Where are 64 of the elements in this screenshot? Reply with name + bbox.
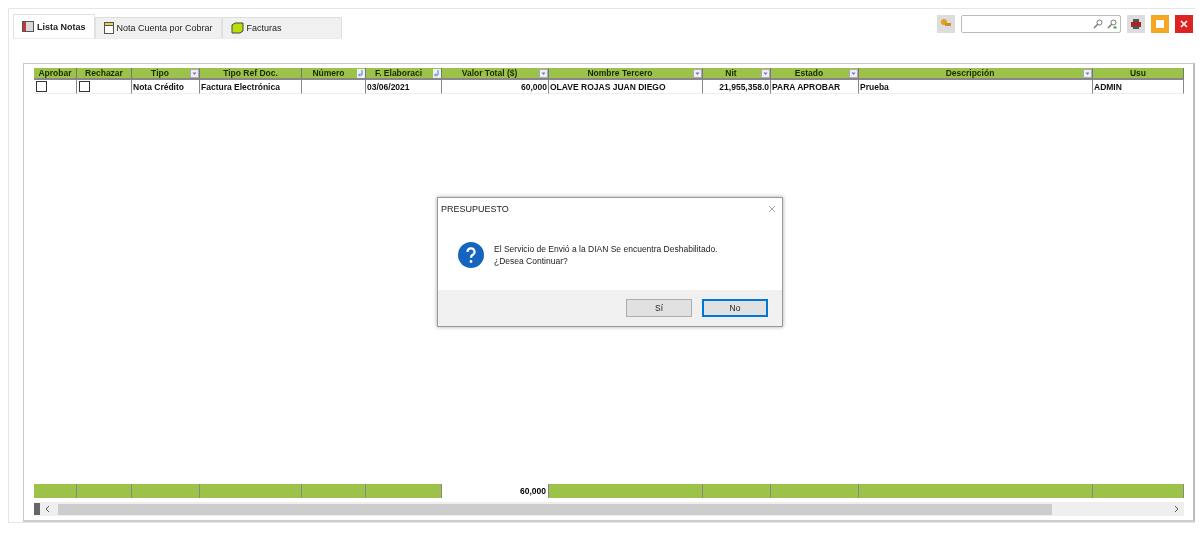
column-header[interactable]: Estado xyxy=(771,68,859,80)
tab-label: Facturas xyxy=(246,23,282,33)
scroll-right-icon[interactable] xyxy=(1172,505,1180,513)
table-icon xyxy=(22,21,34,32)
filter-dropdown-icon[interactable] xyxy=(761,68,770,78)
table-cell: OLAVE ROJAS JUAN DIEGO xyxy=(549,80,703,94)
column-header[interactable]: Nombre Tercero xyxy=(549,68,703,80)
search-icon[interactable] xyxy=(1093,19,1103,29)
filter-dropdown-icon[interactable] xyxy=(693,68,702,78)
column-header[interactable]: Valor Total ($) xyxy=(442,68,549,80)
keys-icon[interactable] xyxy=(937,15,955,33)
close-icon[interactable] xyxy=(768,203,776,215)
footer-cell xyxy=(77,484,132,498)
empty-cell xyxy=(302,80,366,94)
filter-dropdown-icon[interactable] xyxy=(849,68,858,78)
scroll-marker-icon xyxy=(34,503,40,515)
tab-label: Lista Notas xyxy=(37,21,86,32)
tab[interactable]: Lista Notas xyxy=(13,14,95,38)
checkbox[interactable] xyxy=(36,81,47,92)
filter-dropdown-icon[interactable] xyxy=(539,68,548,78)
checkbox[interactable] xyxy=(79,81,90,92)
column-header[interactable]: Tipo Ref Doc. xyxy=(200,68,302,80)
scroll-thumb[interactable] xyxy=(58,503,1052,515)
column-header[interactable]: Usu xyxy=(1093,68,1184,80)
footer-cell xyxy=(302,484,366,498)
tab-label: Nota Cuenta por Cobrar xyxy=(116,23,213,33)
footer-cell xyxy=(703,484,771,498)
table-cell: 03/06/2021 xyxy=(366,80,442,94)
footer-cell xyxy=(34,484,77,498)
search-icon[interactable] xyxy=(1107,19,1117,29)
tab[interactable]: Nota Cuenta por Cobrar xyxy=(94,17,222,38)
sort-icon[interactable] xyxy=(433,68,441,78)
column-header[interactable]: F. Elaboraci xyxy=(366,68,442,80)
dialog-title: PRESUPUESTO xyxy=(441,204,509,214)
column-header[interactable]: Rechazar xyxy=(77,68,132,80)
column-header[interactable]: Descripción xyxy=(859,68,1093,80)
folder-icon xyxy=(230,22,244,34)
table-cell: 60,000 xyxy=(442,80,549,94)
notepad-icon xyxy=(103,22,114,34)
close-icon[interactable] xyxy=(1175,15,1193,33)
filter-dropdown-icon[interactable] xyxy=(1083,68,1092,78)
table-cell: Prueba xyxy=(859,80,1093,94)
table-cell: ADMIN xyxy=(1093,80,1184,94)
window-icon[interactable] xyxy=(1151,15,1169,33)
table-cell: Nota Crédito xyxy=(132,80,200,94)
table-cell: 21,955,358.0 xyxy=(703,80,771,94)
search-field[interactable] xyxy=(961,15,1121,33)
filter-dropdown-icon[interactable] xyxy=(190,68,199,78)
dialog-button[interactable]: No xyxy=(702,299,768,317)
printer-icon[interactable] xyxy=(1127,15,1145,33)
tab[interactable]: Facturas xyxy=(221,17,342,38)
dialog-button[interactable]: Sí xyxy=(626,299,692,317)
table-cell: PARA APROBAR xyxy=(771,80,859,94)
column-header[interactable]: Nit xyxy=(703,68,771,80)
footer-cell xyxy=(132,484,200,498)
sort-icon[interactable] xyxy=(357,68,365,78)
scroll-left-icon[interactable] xyxy=(44,505,52,513)
dialog-message: El Servicio de Envió a la DIAN Se encuentra Deshabilitado. ¿Desea Continuar? xyxy=(494,242,718,268)
table-cell: Factura Electrónica xyxy=(200,80,302,94)
column-header[interactable]: Aprobar xyxy=(34,68,77,80)
column-header[interactable]: Número xyxy=(302,68,366,80)
column-header[interactable]: Tipo xyxy=(132,68,200,80)
question-icon xyxy=(458,242,484,268)
horizontal-scrollbar[interactable] xyxy=(34,502,1184,516)
